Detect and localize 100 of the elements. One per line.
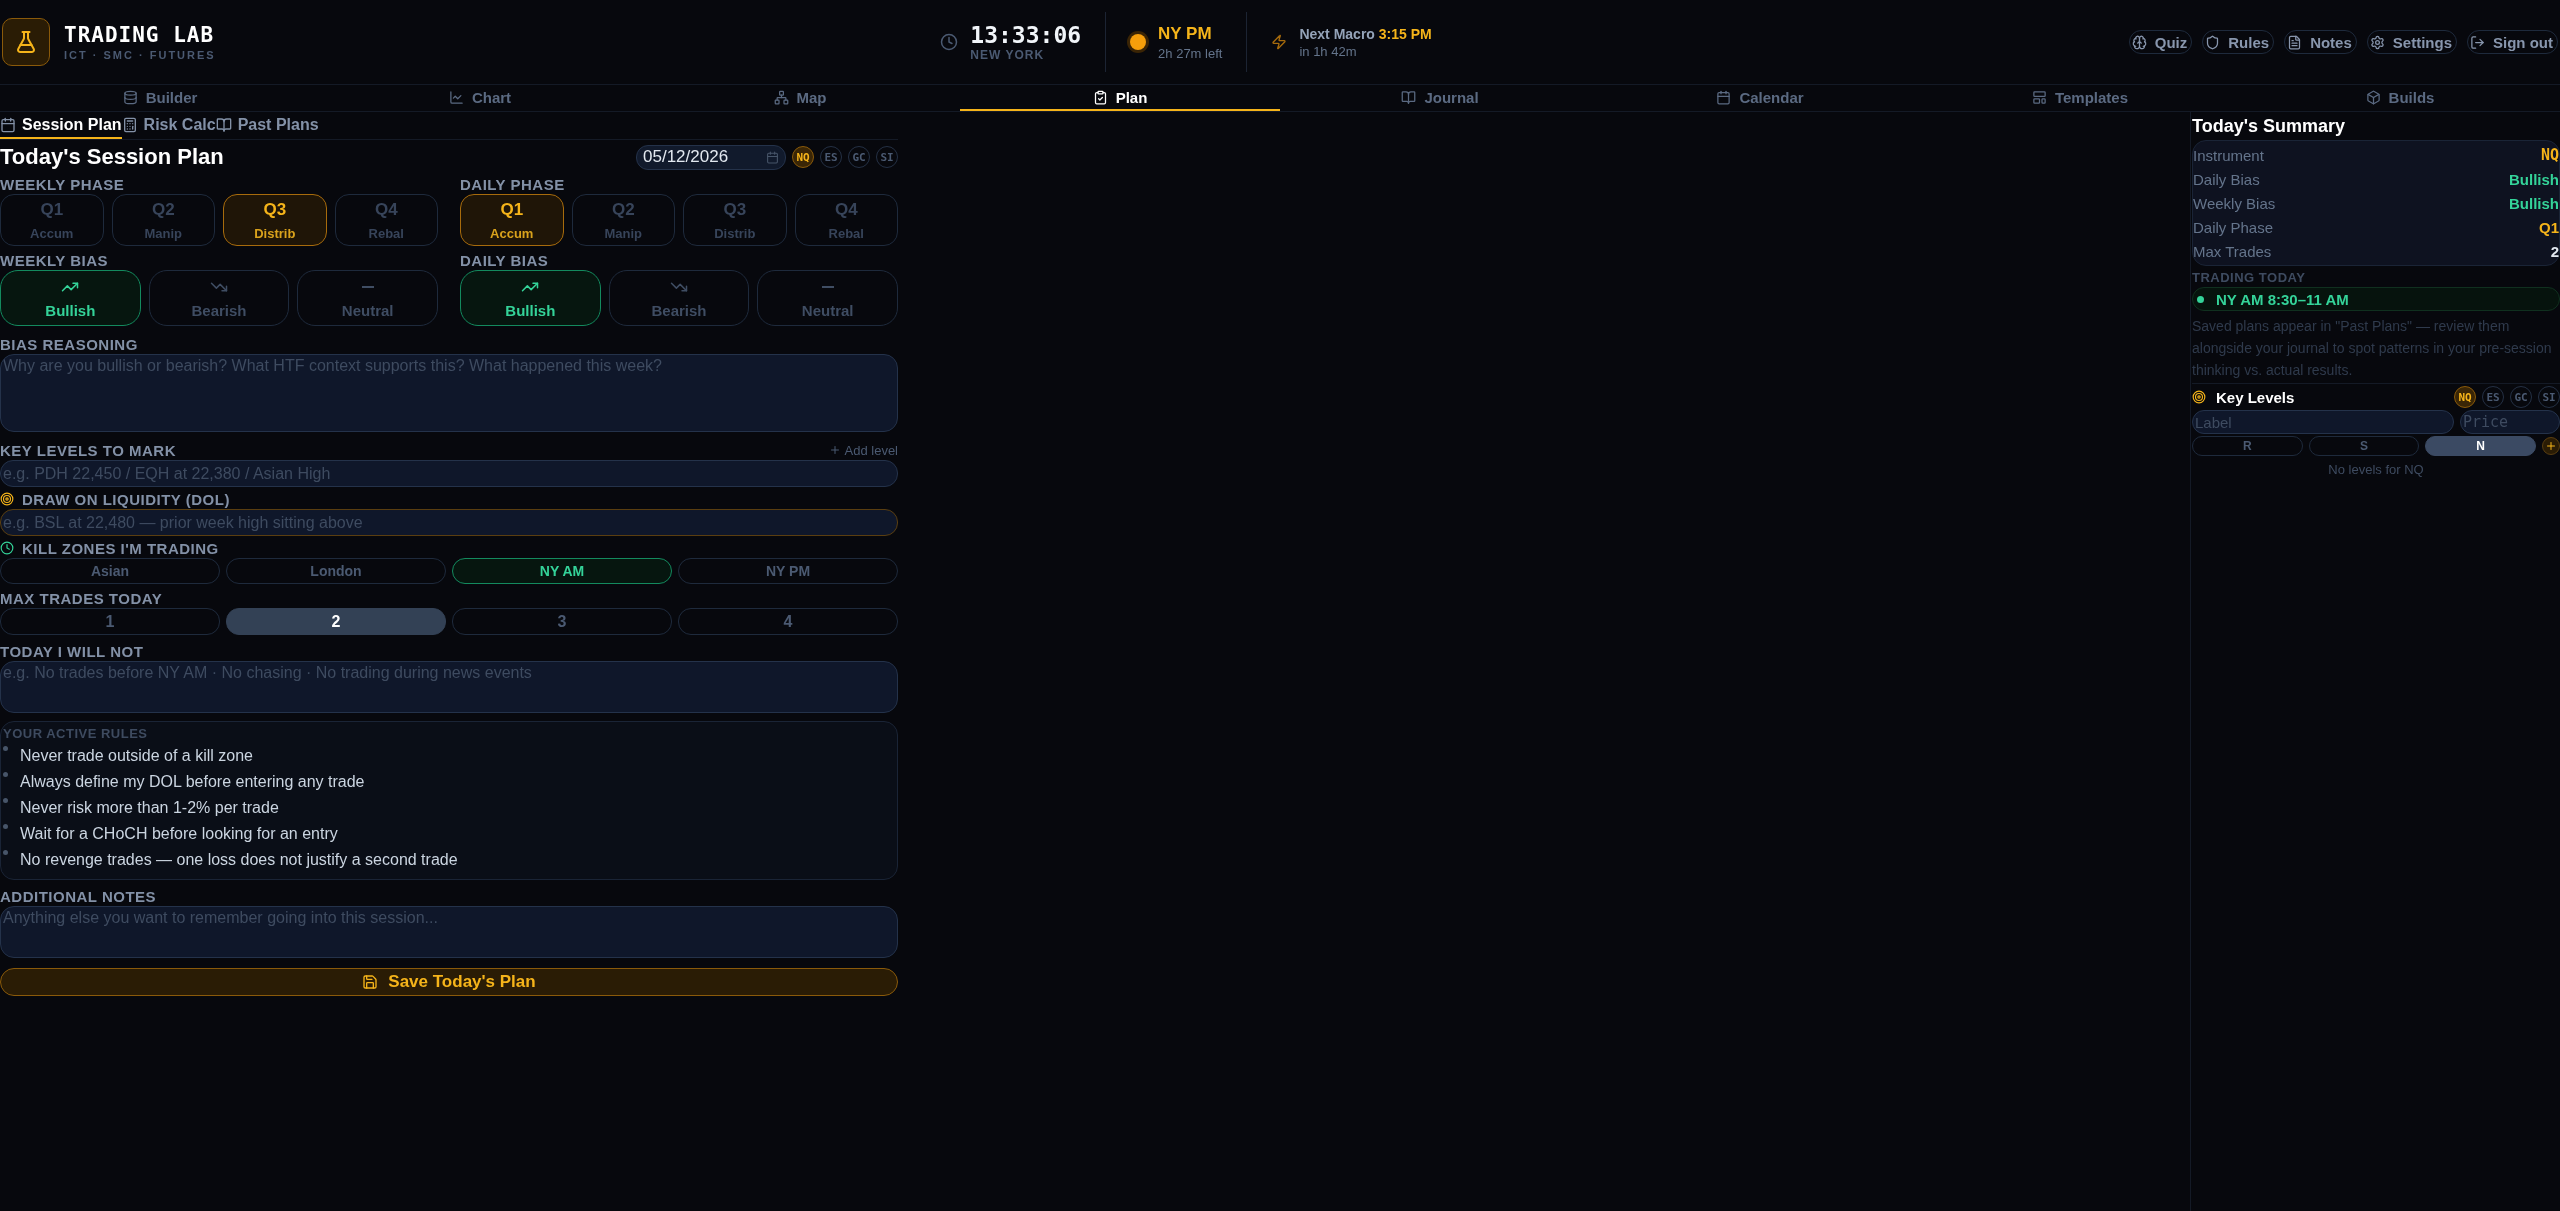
- summary-label: Weekly Bias: [2193, 194, 2276, 212]
- rule-text: Never risk more than 1-2% per trade: [20, 799, 279, 817]
- macro-label: Next Macro 3:15 PM: [1299, 25, 1432, 42]
- document-icon: [2287, 34, 2303, 50]
- save-icon: [362, 974, 379, 990]
- network-icon: [773, 89, 789, 105]
- database-icon: [122, 89, 138, 105]
- target-icon: [2192, 390, 2206, 404]
- nav-tab[interactable]: Builds: [2240, 85, 2560, 111]
- save-button[interactable]: Save Today's Plan: [0, 968, 898, 996]
- app-title: TRADING LAB: [64, 23, 216, 47]
- nav-tab[interactable]: Journal: [1280, 85, 1600, 111]
- sub-tab[interactable]: Past Plans: [215, 112, 319, 139]
- phase-button[interactable]: Q3 Distrib: [223, 194, 327, 246]
- nav-tab[interactable]: Calendar: [1600, 85, 1920, 111]
- calendar-icon: [0, 116, 16, 133]
- info-note: Saved plans appear in "Past Plans" — review them alongside your journal to spot patterns in your pre-session thinking vs. actual results.: [2192, 315, 2560, 384]
- rule-text: No revenge trades — one loss does not justify a second trade: [20, 851, 458, 869]
- clock-zone: NEW YORK: [970, 48, 1046, 62]
- bias-button[interactable]: Bearish: [148, 270, 290, 326]
- phase-button[interactable]: Q1 Accum: [0, 194, 104, 246]
- clock-time: 13:33:06: [970, 22, 1082, 48]
- section-label: WEEKLY BIAS: [0, 250, 110, 270]
- section-label: MAX TRADES TODAY: [0, 588, 164, 608]
- date-field[interactable]: 05/12/2026: [636, 144, 786, 170]
- plus-icon: [2545, 440, 2557, 452]
- nav-tab[interactable]: Templates: [1920, 85, 2240, 111]
- bullet-icon: [3, 824, 8, 829]
- summary-value: 2: [2550, 242, 2559, 260]
- layout-icon: [2031, 89, 2047, 105]
- open-book-icon: [215, 116, 232, 133]
- section-label: DAILY PHASE: [460, 174, 566, 194]
- page-title: Today's Session Plan: [0, 144, 224, 170]
- max-trades-button[interactable]: 1: [0, 608, 220, 635]
- sub-tab[interactable]: Risk Calc: [121, 112, 216, 139]
- kill-zone-button[interactable]: NY AM: [452, 558, 672, 584]
- macro-countdown: in 1h 42m: [1299, 43, 1358, 59]
- summary-label: Instrument: [2193, 146, 2264, 164]
- phase-button[interactable]: Q4 Rebal: [794, 194, 898, 246]
- level-type-button[interactable]: N: [2425, 436, 2536, 456]
- nav-tab[interactable]: Chart: [320, 85, 640, 111]
- section-label: KILL ZONES I'M TRADING: [22, 539, 219, 557]
- instrument-chip[interactable]: NQ: [792, 146, 814, 168]
- bias-button[interactable]: Neutral: [297, 270, 438, 326]
- phase-button[interactable]: Q1 Accum: [460, 194, 564, 246]
- session-name: NY PM: [1158, 23, 1213, 44]
- bias-button[interactable]: Bearish: [608, 270, 750, 326]
- section-label: DRAW ON LIQUIDITY (DOL): [22, 490, 230, 508]
- flask-icon: [14, 30, 38, 54]
- rule-text: Wait for a CHoCH before looking for an entry: [20, 825, 338, 843]
- add-level-link[interactable]: Add level: [828, 442, 898, 458]
- clock-icon: [940, 33, 959, 51]
- sub-tab[interactable]: Session Plan: [0, 112, 122, 139]
- summary-title: Today's Summary: [2192, 114, 2346, 138]
- summary-label: Daily Phase: [2193, 218, 2274, 236]
- trading-label: TRADING TODAY: [2192, 270, 2307, 285]
- sign-out-icon: [2470, 34, 2485, 50]
- empty-message: No levels for NQ: [2327, 462, 2425, 477]
- calendar-icon: [766, 150, 779, 164]
- summary-value: Bullish: [2509, 170, 2559, 188]
- max-trades-button[interactable]: 3: [452, 608, 672, 635]
- section-label: DAILY BIAS: [460, 250, 550, 270]
- bullet-icon: [3, 772, 8, 777]
- dash-icon: [361, 285, 374, 288]
- summary-value: Q1: [2539, 218, 2559, 236]
- rules-label: YOUR ACTIVE RULES: [3, 726, 149, 741]
- summary-label: Daily Bias: [2193, 170, 2260, 188]
- clock-icon: [0, 541, 14, 555]
- nav-tab[interactable]: Builder: [0, 85, 320, 111]
- rule-text: Always define my DOL before entering any trade: [20, 773, 365, 791]
- section-label: BIAS REASONING: [0, 334, 138, 354]
- shield-icon: [2205, 34, 2221, 50]
- phase-button[interactable]: Q2 Manip: [111, 194, 215, 246]
- max-trades-button[interactable]: 2: [226, 608, 446, 635]
- phase-button[interactable]: Q2 Manip: [571, 194, 675, 246]
- settings-icon: [2369, 34, 2385, 50]
- lightning-icon: [1271, 34, 1288, 50]
- open-book-icon: [1401, 89, 1417, 105]
- calculator-icon: [121, 116, 138, 133]
- summary-value: Bullish: [2509, 194, 2559, 212]
- target-icon: [0, 492, 14, 506]
- phase-button[interactable]: Q3 Distrib: [683, 194, 787, 246]
- key-levels-title: Key Levels: [2216, 388, 2295, 406]
- plus-icon: [828, 444, 841, 456]
- summary-label: Max Trades: [2193, 242, 2272, 260]
- add-level-button[interactable]: [2542, 437, 2560, 455]
- nav-tab[interactable]: Map: [640, 85, 960, 111]
- session-remaining: 2h 27m left: [1158, 45, 1223, 61]
- max-trades-button[interactable]: 4: [678, 608, 898, 635]
- app-subtitle: ICT · SMC · FUTURES: [64, 49, 216, 61]
- cube-icon: [2365, 89, 2381, 105]
- section-label: KEY LEVELS TO MARK: [0, 440, 176, 460]
- bias-button[interactable]: Bullish: [460, 270, 601, 326]
- bias-button[interactable]: Neutral: [757, 270, 898, 326]
- summary-value: NQ: [2540, 146, 2559, 164]
- line-chart-icon: [448, 89, 464, 105]
- instrument-chip[interactable]: NQ: [2454, 386, 2476, 408]
- phase-button[interactable]: Q4 Rebal: [334, 194, 438, 246]
- bias-button[interactable]: Bullish: [0, 270, 141, 326]
- nav-tab[interactable]: Plan: [960, 85, 1280, 111]
